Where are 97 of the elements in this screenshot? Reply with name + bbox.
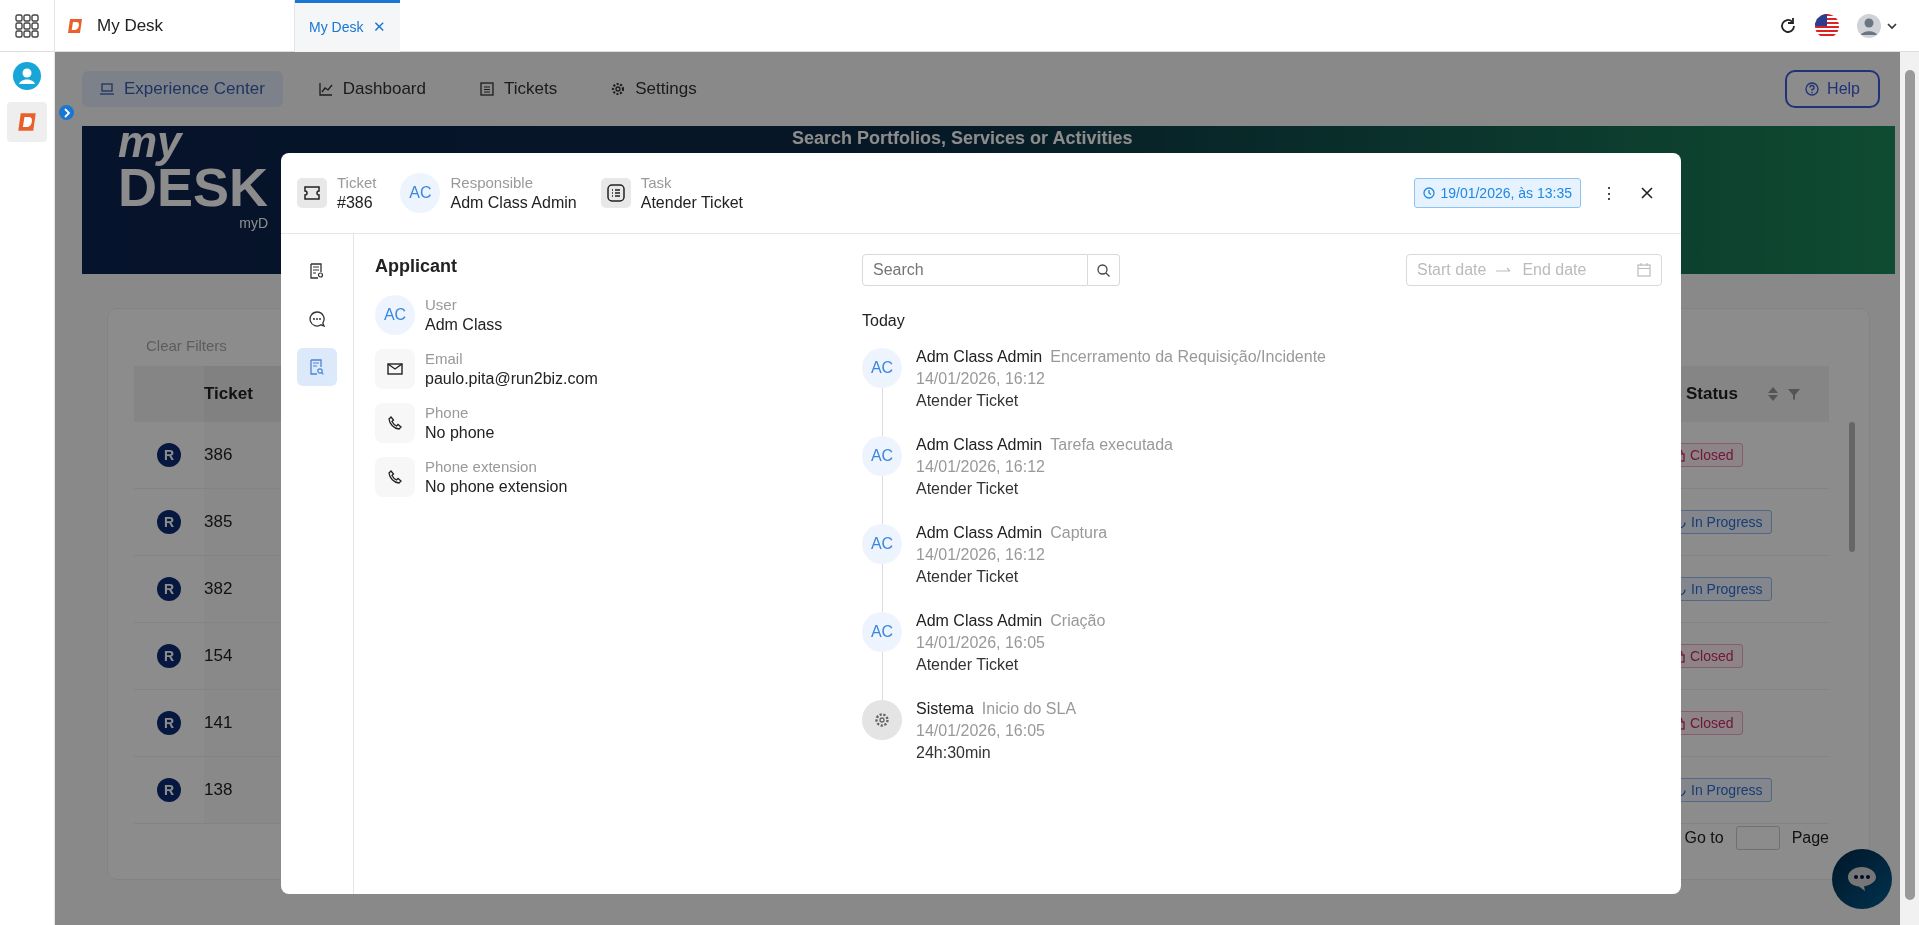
- chat-button[interactable]: [1832, 849, 1892, 909]
- field-label: Phone extension: [425, 458, 538, 475]
- expand-button[interactable]: [59, 105, 74, 120]
- chat-icon: [309, 311, 325, 327]
- calendar-icon: [1637, 263, 1651, 277]
- event-time: 14/01/2026, 16:05: [916, 634, 1046, 652]
- help-button[interactable]: Help: [1785, 70, 1880, 108]
- event-time: 14/01/2026, 16:12: [916, 370, 1046, 388]
- avatar-initials: AC: [862, 612, 902, 652]
- more-menu-button[interactable]: ⋮: [1601, 183, 1617, 203]
- app-title: My Desk: [97, 15, 164, 36]
- event-action: Inicio do SLA: [981, 700, 1077, 718]
- document-search-icon: [310, 359, 324, 375]
- responsible-name: Adm Class Admin: [450, 194, 577, 212]
- request-badge: R: [157, 510, 181, 534]
- avatar-initials: AC: [862, 348, 902, 388]
- phone-icon: [375, 457, 415, 497]
- request-badge: R: [157, 644, 181, 668]
- logo-caption: myD: [239, 216, 269, 230]
- logo-icon: [67, 17, 83, 34]
- help-icon: [1805, 82, 1820, 96]
- arrow-icon: [1496, 266, 1513, 274]
- phone-icon: [375, 403, 415, 443]
- field-value: Adm Class: [425, 316, 503, 334]
- chevron-right-icon: [62, 107, 71, 118]
- banner-heading: Search Portfolios, Services or Activities: [792, 128, 1133, 149]
- task-icon: [600, 178, 631, 208]
- search-field[interactable]: Search: [862, 254, 1088, 286]
- request-badge: R: [157, 577, 181, 601]
- document-tab[interactable]: [297, 348, 337, 386]
- clock-icon: [1423, 187, 1436, 199]
- field-value: No phone: [425, 424, 495, 442]
- event-action: Tarefa executada: [1050, 436, 1173, 454]
- flag-icon[interactable]: [1815, 13, 1839, 38]
- event-time: 14/01/2026, 16:05: [916, 722, 1046, 740]
- logo-icon: [17, 112, 37, 132]
- chart-icon: [318, 82, 333, 96]
- user-icon[interactable]: [13, 62, 41, 90]
- nav-tab[interactable]: Experience Center: [82, 71, 283, 107]
- event-action: Captura: [1050, 524, 1108, 542]
- apps-grid-icon[interactable]: [15, 13, 39, 38]
- page-input[interactable]: [1735, 826, 1780, 850]
- nav-tab[interactable]: Settings: [593, 71, 715, 107]
- event-detail: Atender Ticket: [916, 568, 1020, 586]
- column-header: Status: [1686, 384, 1738, 404]
- event-author: Sistema: [916, 700, 974, 718]
- group-heading: Today: [862, 312, 906, 330]
- task-name: Atender Ticket: [640, 194, 743, 212]
- event-detail: Atender Ticket: [916, 656, 1020, 674]
- mail-icon: [375, 349, 415, 389]
- request-badge: R: [157, 778, 181, 802]
- scrollbar[interactable]: [1900, 52, 1919, 925]
- caret-icon[interactable]: [1887, 21, 1897, 30]
- avatar-initials: AC: [375, 295, 415, 335]
- avatar-initials: AC: [862, 436, 902, 476]
- refresh-icon[interactable]: [1779, 16, 1797, 35]
- laptop-icon: [100, 82, 114, 96]
- request-badge: R: [157, 711, 181, 735]
- date-tag: 19/01/2026, às 13:35: [1414, 178, 1581, 208]
- list-icon: [480, 82, 494, 96]
- nav-tab[interactable]: Tickets: [462, 71, 576, 107]
- avatar-initials: AC: [862, 524, 902, 564]
- pager-label: Page: [1791, 829, 1829, 847]
- search-icon: [1097, 263, 1110, 277]
- field-label: Email: [425, 350, 464, 367]
- event-author: Adm Class Admin: [916, 612, 1043, 630]
- app-tab[interactable]: My Desk ✕: [295, 0, 401, 52]
- field-value: paulo.pita@run2biz.com: [425, 370, 598, 388]
- event-action: Criação: [1050, 612, 1106, 630]
- event-action: Encerramento da Requisição/Incidente: [1050, 348, 1326, 366]
- close-icon[interactable]: [1641, 187, 1653, 199]
- nav-tab[interactable]: Dashboard: [300, 71, 444, 107]
- event-time: 14/01/2026, 16:12: [916, 546, 1046, 564]
- event-time: 14/01/2026, 16:12: [916, 458, 1046, 476]
- request-badge: R: [157, 443, 181, 467]
- event-author: Adm Class Admin: [916, 348, 1043, 366]
- field-label: Phone: [425, 404, 470, 421]
- ticket-icon: [297, 178, 327, 208]
- section-title: Applicant: [375, 256, 458, 277]
- search-button[interactable]: [1088, 254, 1120, 286]
- field-label: User: [425, 296, 458, 313]
- app-launcher[interactable]: [7, 102, 47, 142]
- pager-label: Go to: [1684, 829, 1724, 847]
- gear-icon: [611, 82, 626, 96]
- event-detail: 24h:30min: [916, 744, 992, 762]
- form-icon: [310, 263, 324, 279]
- user-avatar-icon[interactable]: [1857, 13, 1881, 38]
- event-author: Adm Class Admin: [916, 436, 1043, 454]
- event-author: Adm Class Admin: [916, 524, 1043, 542]
- scrollbar[interactable]: [1849, 422, 1855, 552]
- avatar-initials: AC: [400, 173, 441, 213]
- field-label: Task: [640, 174, 673, 191]
- ticket-number: #386: [337, 194, 374, 212]
- field-label: Responsible: [450, 174, 534, 191]
- chat-icon: [1847, 866, 1877, 892]
- event-detail: Atender Ticket: [916, 392, 1020, 410]
- field-label: Ticket: [337, 174, 377, 191]
